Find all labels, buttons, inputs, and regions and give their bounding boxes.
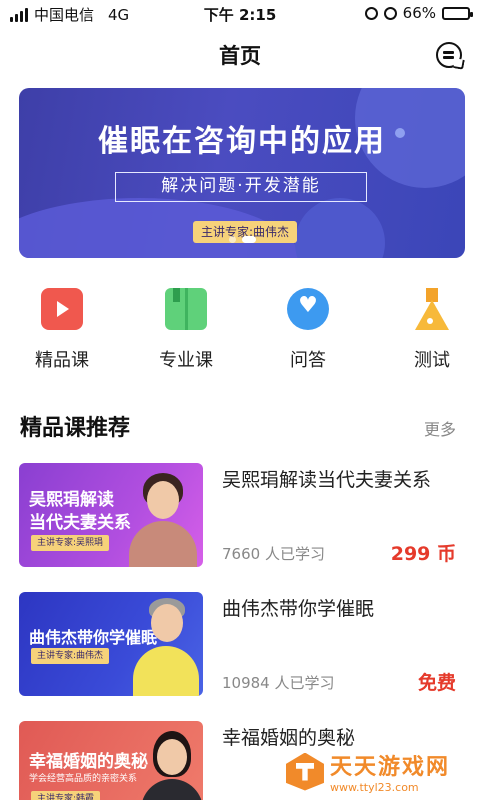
battery-icon xyxy=(442,6,473,20)
category-qa[interactable]: 问答 xyxy=(258,282,358,372)
course-title: 吴熙琄解读当代夫妻关系 xyxy=(222,469,432,491)
pager-dot[interactable] xyxy=(242,236,256,243)
section-title: 精品课推荐 xyxy=(20,416,131,441)
banner-decoration xyxy=(295,198,385,258)
course-item[interactable]: 吴熙琄解读 当代夫妻关系 主讲专家:吴熙琄 吴熙琄解读当代夫妻关系 7660 人… xyxy=(0,463,480,573)
thumb-title-line: 当代夫妻关系 xyxy=(29,513,131,533)
thumb-speaker-tag: 主讲专家:曲伟杰 xyxy=(31,648,110,664)
orientation-lock-icon xyxy=(364,6,378,20)
course-title: 幸福婚姻的奥秘 xyxy=(222,727,356,749)
status-bar: 中国电信 4G 下午 2:15 66% xyxy=(0,0,480,28)
status-right: 66% xyxy=(364,4,473,22)
course-price: 免费 xyxy=(417,672,456,694)
watermark-name: 天天游戏网 xyxy=(329,755,450,780)
video-icon xyxy=(37,288,83,330)
thumb-title-line: 幸福婚姻的奥秘 xyxy=(29,752,148,772)
site-watermark: 天天游戏网 www.ttyl23.com xyxy=(285,749,450,794)
watermark-logo-icon xyxy=(285,752,324,791)
portrait xyxy=(123,473,203,567)
thumb-title-line: 吴熙琄解读 xyxy=(29,490,114,510)
category-premium[interactable]: 精品课 xyxy=(12,282,112,372)
course-price: 299 币 xyxy=(390,543,456,565)
more-link[interactable]: 更多 xyxy=(424,416,456,440)
thumb-speaker-tag: 主讲专家:韩霞 xyxy=(31,791,101,800)
learner-count: 7660 人已学习 xyxy=(222,545,325,563)
category-label: 精品课 xyxy=(35,350,89,371)
banner-title: 催眠在咨询中的应用 xyxy=(98,124,386,159)
heart-chat-icon xyxy=(287,288,329,330)
course-title: 曲伟杰带你学催眠 xyxy=(222,598,375,620)
category-label: 专业课 xyxy=(159,350,213,371)
chat-bubble-icon[interactable] xyxy=(436,42,462,68)
category-professional[interactable]: 专业课 xyxy=(136,282,236,372)
page-title: 首页 xyxy=(219,44,261,68)
battery-percent: 66% xyxy=(402,4,436,22)
alarm-icon xyxy=(383,6,397,20)
portrait xyxy=(139,731,203,800)
flask-icon xyxy=(415,288,449,330)
banner-subtitle: 解决问题·开发潜能 xyxy=(115,172,367,202)
promo-banner[interactable]: 催眠在咨询中的应用 解决问题·开发潜能 主讲专家:曲伟杰 xyxy=(19,88,465,258)
thumb-speaker-tag: 主讲专家:吴熙琄 xyxy=(31,535,110,551)
banner-pager xyxy=(229,236,256,243)
learner-count: 10984 人已学习 xyxy=(222,674,335,692)
course-item[interactable]: 曲伟杰带你学催眠 主讲专家:曲伟杰 曲伟杰带你学催眠 10984 人已学习 免费 xyxy=(0,592,480,702)
category-test[interactable]: 测试 xyxy=(382,282,480,372)
category-grid: 精品课 专业课 问答 测试 xyxy=(0,282,480,382)
course-thumbnail: 吴熙琄解读 当代夫妻关系 主讲专家:吴熙琄 xyxy=(19,463,203,567)
watermark-url: www.ttyl23.com xyxy=(329,781,419,794)
pager-dot[interactable] xyxy=(229,236,236,243)
course-thumbnail: 幸福婚姻的奥秘 学会经营高品质的亲密关系 主讲专家:韩霞 xyxy=(19,721,203,800)
portrait xyxy=(129,598,203,696)
category-label: 问答 xyxy=(290,350,326,371)
category-label: 测试 xyxy=(414,350,450,371)
course-thumbnail: 曲伟杰带你学催眠 主讲专家:曲伟杰 xyxy=(19,592,203,696)
book-icon xyxy=(165,288,207,330)
top-nav: 首页 xyxy=(0,32,480,76)
thumb-subtitle: 学会经营高品质的亲密关系 xyxy=(29,774,138,784)
